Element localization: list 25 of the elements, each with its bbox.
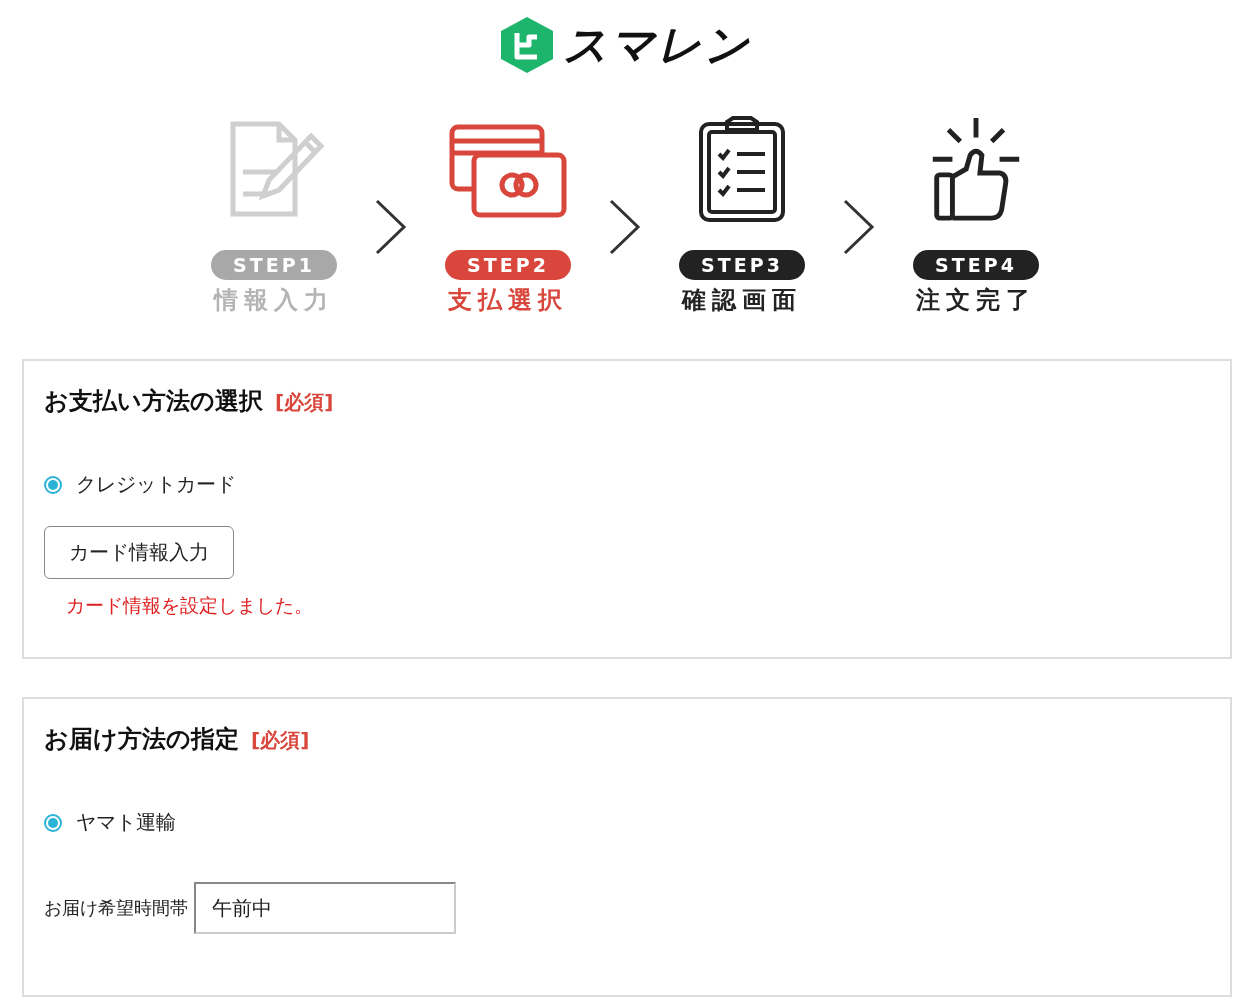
option-label: ヤマト運輸 — [76, 809, 176, 836]
chevron-right-icon — [842, 198, 876, 256]
radio-button[interactable] — [44, 475, 62, 494]
delivery-time-field[interactable]: 午前中 — [194, 882, 456, 934]
radio-button[interactable] — [44, 813, 62, 832]
logo-text: スマレン — [563, 17, 751, 72]
section-title: お支払い方法の選択 — [44, 386, 263, 417]
card-info-button[interactable]: カード情報入力 — [44, 526, 234, 579]
section-title: お届け方法の指定 — [44, 724, 239, 755]
step-name: 支払選択 — [448, 285, 568, 316]
chevron-right-icon — [374, 198, 408, 256]
step-badge: STEP2 — [445, 250, 571, 280]
step-badge: STEP1 — [211, 250, 337, 280]
hexagon-logo-icon — [499, 15, 555, 75]
status-message: カード情報を設定しました。 — [66, 593, 314, 618]
required-label: [必須] — [251, 727, 310, 754]
option-label: クレジットカード — [76, 471, 236, 498]
step-badge: STEP3 — [679, 250, 805, 280]
step-badge: STEP4 — [913, 250, 1039, 280]
field-label: お届け希望時間帯 — [44, 896, 188, 920]
required-label: [必須] — [275, 389, 334, 416]
step-name: 確認画面 — [682, 285, 802, 316]
step-name: 情報入力 — [214, 285, 334, 316]
step-name: 注文完了 — [916, 285, 1036, 316]
chevron-right-icon — [608, 198, 642, 256]
